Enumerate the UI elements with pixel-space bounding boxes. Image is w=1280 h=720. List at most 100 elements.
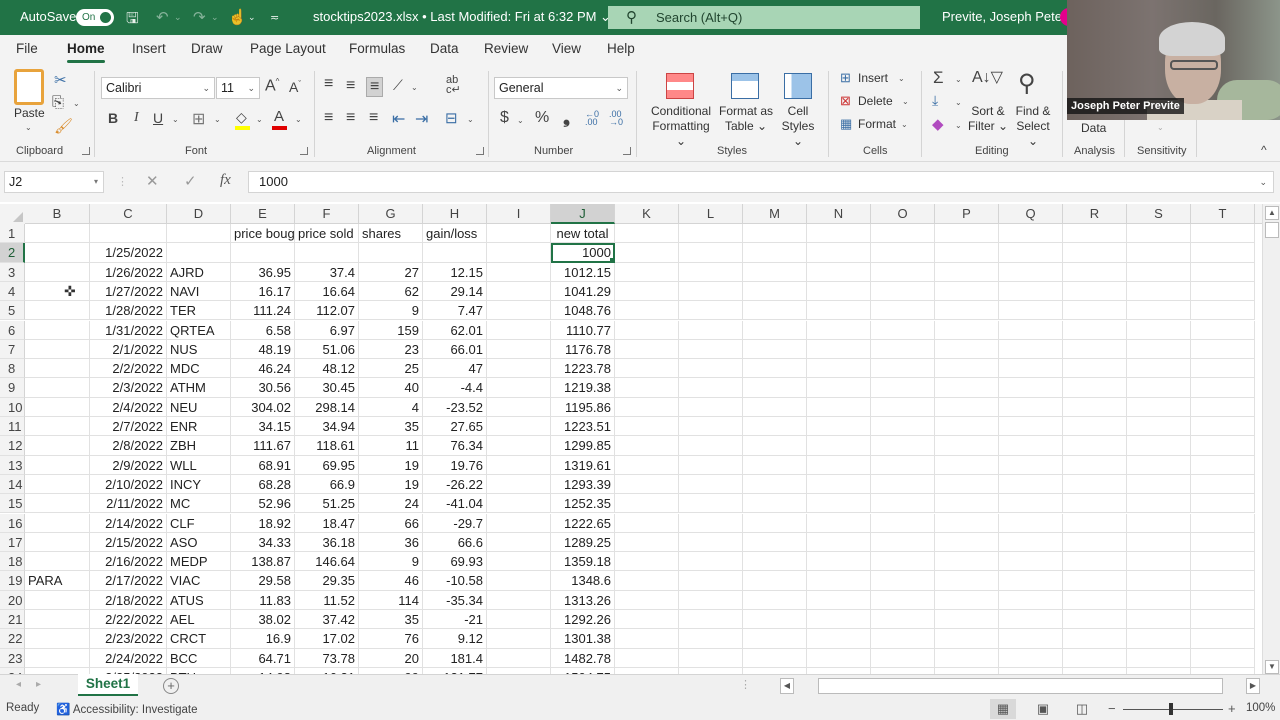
cell-c8[interactable]: 2/2/2022 bbox=[90, 359, 167, 379]
cell-f13[interactable]: 69.95 bbox=[295, 455, 359, 475]
cell-p14[interactable] bbox=[935, 474, 999, 495]
cell-s23[interactable] bbox=[1127, 648, 1191, 668]
cell-t6[interactable] bbox=[1191, 320, 1255, 340]
name-box[interactable]: J2 ▾ bbox=[4, 171, 104, 193]
cell-h4[interactable]: 29.14 bbox=[423, 281, 487, 302]
cell-h10[interactable]: -23.52 bbox=[423, 397, 487, 417]
cell-m7[interactable] bbox=[743, 339, 807, 360]
cell-b19[interactable]: PARA bbox=[25, 571, 90, 591]
cell-o16[interactable] bbox=[871, 513, 935, 533]
next-sheet-icon[interactable]: ▸ bbox=[36, 679, 41, 690]
cell-q19[interactable] bbox=[999, 571, 1063, 591]
cell-s19[interactable] bbox=[1127, 571, 1191, 591]
cell-l12[interactable] bbox=[679, 436, 743, 456]
cell-j11[interactable]: 1223.51 bbox=[551, 417, 615, 437]
cell-o9[interactable] bbox=[871, 378, 935, 398]
cell-k22[interactable] bbox=[615, 629, 679, 649]
cell-k12[interactable] bbox=[615, 436, 679, 456]
cell-d13[interactable]: WLL bbox=[167, 455, 231, 475]
cell-f7[interactable]: 51.06 bbox=[295, 339, 359, 360]
cell-s6[interactable] bbox=[1127, 320, 1191, 340]
cell-s22[interactable] bbox=[1127, 629, 1191, 649]
cell-p10[interactable] bbox=[935, 397, 999, 417]
cell-n23[interactable] bbox=[807, 648, 871, 668]
cell-b17[interactable] bbox=[25, 532, 90, 553]
underline-button[interactable]: U bbox=[153, 110, 163, 126]
font-size-select[interactable]: 11 ⌄ bbox=[216, 77, 260, 99]
cell-j14[interactable]: 1293.39 bbox=[551, 474, 615, 495]
insert-dropdown-icon[interactable]: ⌄ bbox=[898, 74, 905, 83]
cell-b6[interactable] bbox=[25, 320, 90, 340]
cell-b22[interactable] bbox=[25, 629, 90, 649]
cell-q21[interactable] bbox=[999, 610, 1063, 630]
cell-j3[interactable]: 1012.15 bbox=[551, 262, 615, 282]
align-bottom-icon[interactable]: ≡ bbox=[366, 77, 384, 97]
cell-s13[interactable] bbox=[1127, 455, 1191, 475]
cell-l20[interactable] bbox=[679, 590, 743, 610]
horizontal-scroll-thumb[interactable] bbox=[818, 678, 1223, 694]
format-as-table-button[interactable]: Format as Table ⌄ bbox=[716, 104, 776, 134]
row-header[interactable]: 4 bbox=[0, 281, 25, 302]
cell-l1[interactable] bbox=[679, 224, 743, 244]
cell-m21[interactable] bbox=[743, 610, 807, 630]
cell-e10[interactable]: 304.02 bbox=[231, 397, 295, 417]
cell-o18[interactable] bbox=[871, 552, 935, 572]
cell-t15[interactable] bbox=[1191, 494, 1255, 514]
cell-f1[interactable]: price sold bbox=[295, 224, 359, 244]
cell-p16[interactable] bbox=[935, 513, 999, 533]
cell-c20[interactable]: 2/18/2022 bbox=[90, 590, 167, 610]
prev-sheet-icon[interactable]: ◂ bbox=[16, 679, 21, 690]
cell-c17[interactable]: 2/15/2022 bbox=[90, 532, 167, 553]
column-header-o[interactable]: O bbox=[871, 204, 935, 224]
cell-g16[interactable]: 66 bbox=[359, 513, 423, 533]
row-header[interactable]: 10 bbox=[0, 397, 25, 417]
cell-e7[interactable]: 48.19 bbox=[231, 339, 295, 360]
cell-i19[interactable] bbox=[487, 571, 551, 591]
cell-n15[interactable] bbox=[807, 494, 871, 514]
cell-i22[interactable] bbox=[487, 629, 551, 649]
cell-m1[interactable] bbox=[743, 224, 807, 244]
cell-d20[interactable]: ATUS bbox=[167, 590, 231, 610]
cell-p4[interactable] bbox=[935, 281, 999, 302]
cell-m3[interactable] bbox=[743, 262, 807, 282]
cell-n10[interactable] bbox=[807, 397, 871, 417]
cell-k10[interactable] bbox=[615, 397, 679, 417]
column-header-p[interactable]: P bbox=[935, 204, 999, 224]
cell-d17[interactable]: ASO bbox=[167, 532, 231, 553]
tab-file[interactable]: File bbox=[16, 41, 38, 56]
touch-mode-icon[interactable]: ☝ bbox=[228, 8, 247, 26]
cell-t21[interactable] bbox=[1191, 610, 1255, 630]
cell-p23[interactable] bbox=[935, 648, 999, 668]
cell-j13[interactable]: 1319.61 bbox=[551, 455, 615, 475]
cell-j22[interactable]: 1301.38 bbox=[551, 629, 615, 649]
cell-g2[interactable] bbox=[359, 243, 423, 263]
row-header[interactable]: 20 bbox=[0, 590, 25, 610]
cell-p19[interactable] bbox=[935, 571, 999, 591]
cell-e20[interactable]: 11.83 bbox=[231, 590, 295, 610]
cell-k20[interactable] bbox=[615, 590, 679, 610]
cell-r22[interactable] bbox=[1063, 629, 1127, 649]
cell-o10[interactable] bbox=[871, 397, 935, 417]
cell-j15[interactable]: 1252.35 bbox=[551, 494, 615, 514]
underline-dropdown-icon[interactable]: ⌄ bbox=[172, 115, 179, 124]
align-right-icon[interactable]: ≡ bbox=[369, 109, 378, 127]
drag-handle-icon[interactable]: ⋮ bbox=[117, 175, 128, 188]
percent-button[interactable]: % bbox=[535, 109, 549, 127]
font-name-select[interactable]: Calibri ⌄ bbox=[101, 77, 215, 99]
cell-q15[interactable] bbox=[999, 494, 1063, 514]
cell-j7[interactable]: 1176.78 bbox=[551, 339, 615, 360]
cell-h12[interactable]: 76.34 bbox=[423, 436, 487, 456]
cell-o22[interactable] bbox=[871, 629, 935, 649]
italic-button[interactable]: I bbox=[134, 110, 139, 126]
tab-insert[interactable]: Insert bbox=[132, 41, 166, 56]
cell-f11[interactable]: 34.94 bbox=[295, 417, 359, 437]
cell-c3[interactable]: 1/26/2022 bbox=[90, 262, 167, 282]
cell-j2[interactable]: 1000 bbox=[551, 243, 615, 263]
cell-t22[interactable] bbox=[1191, 629, 1255, 649]
cell-i4[interactable] bbox=[487, 281, 551, 302]
cell-g18[interactable]: 9 bbox=[359, 552, 423, 572]
cell-k2[interactable] bbox=[615, 243, 679, 263]
tab-review[interactable]: Review bbox=[484, 41, 528, 56]
cell-r10[interactable] bbox=[1063, 397, 1127, 417]
cell-i3[interactable] bbox=[487, 262, 551, 282]
